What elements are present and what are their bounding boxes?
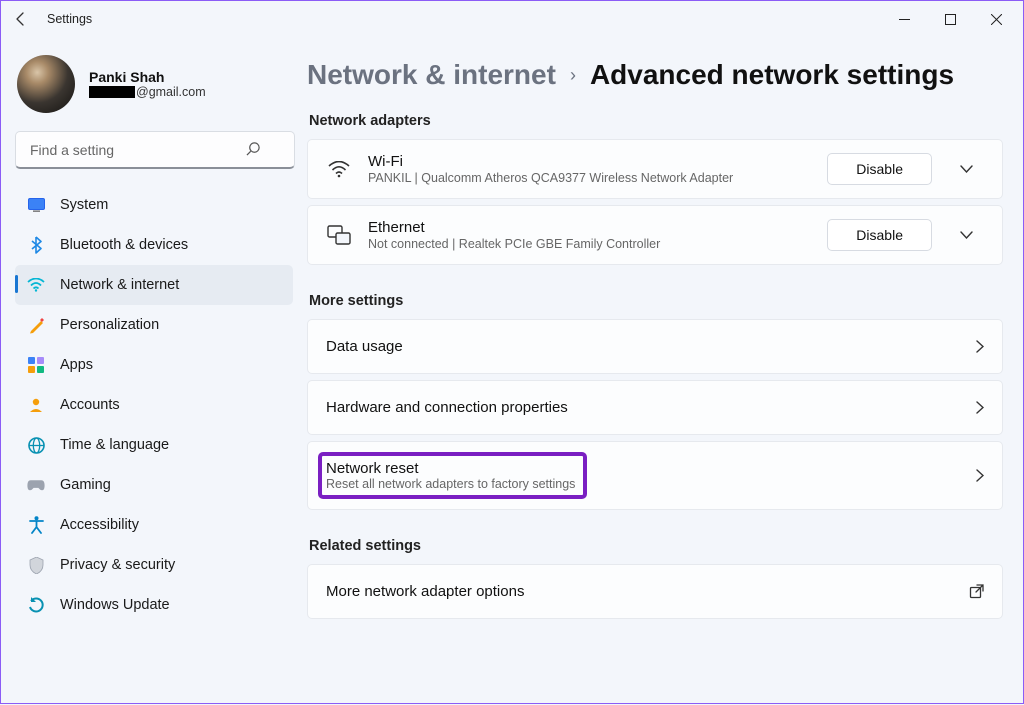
ethernet-icon: [326, 225, 352, 245]
setting-hardware-properties[interactable]: Hardware and connection properties: [307, 380, 1003, 435]
maximize-button[interactable]: [927, 3, 973, 35]
window-title: Settings: [47, 12, 881, 26]
apps-icon: [27, 356, 45, 374]
setting-subtitle: Reset all network adapters to factory se…: [326, 477, 575, 491]
setting-title: Hardware and connection properties: [326, 399, 964, 416]
breadcrumb-current: Advanced network settings: [590, 59, 954, 91]
adapter-subtitle: PANKIL | Qualcomm Atheros QCA9377 Wirele…: [368, 171, 811, 185]
close-button[interactable]: [973, 3, 1019, 35]
setting-title: More network adapter options: [326, 583, 957, 600]
nav-system[interactable]: System: [15, 185, 293, 225]
personalization-icon: [27, 316, 45, 334]
chevron-right-icon: ›: [570, 65, 576, 86]
sidebar: Panki Shah @gmail.com System Bluetooth &…: [1, 37, 305, 705]
accessibility-icon: [27, 516, 45, 534]
privacy-icon: [27, 556, 45, 574]
setting-more-adapter-options[interactable]: More network adapter options: [307, 564, 1003, 619]
network-icon: [27, 276, 45, 294]
nav-network[interactable]: Network & internet: [15, 265, 293, 305]
nav-accessibility[interactable]: Accessibility: [15, 505, 293, 545]
expand-button[interactable]: [948, 165, 984, 173]
profile-block[interactable]: Panki Shah @gmail.com: [15, 47, 293, 131]
section-title-adapters: Network adapters: [309, 113, 1003, 129]
breadcrumb: Network & internet › Advanced network se…: [307, 59, 1003, 91]
nav-time-language[interactable]: Time & language: [15, 425, 293, 465]
adapter-subtitle: Not connected | Realtek PCIe GBE Family …: [368, 237, 811, 251]
gaming-icon: [27, 476, 45, 494]
chevron-right-icon: [976, 340, 984, 353]
windows-update-icon: [27, 596, 45, 614]
bluetooth-icon: [27, 236, 45, 254]
avatar: [17, 55, 75, 113]
minimize-button[interactable]: [881, 3, 927, 35]
time-language-icon: [27, 436, 45, 454]
breadcrumb-parent[interactable]: Network & internet: [307, 59, 556, 91]
nav-personalization[interactable]: Personalization: [15, 305, 293, 345]
chevron-right-icon: [976, 469, 984, 482]
disable-button[interactable]: Disable: [827, 219, 932, 251]
nav-bluetooth[interactable]: Bluetooth & devices: [15, 225, 293, 265]
redacted-block: [89, 86, 135, 98]
setting-data-usage[interactable]: Data usage: [307, 319, 1003, 374]
nav-apps[interactable]: Apps: [15, 345, 293, 385]
adapter-title: Wi-Fi: [368, 153, 811, 170]
section-title-related: Related settings: [309, 538, 1003, 554]
expand-button[interactable]: [948, 231, 984, 239]
setting-title: Network reset: [326, 460, 575, 477]
disable-button[interactable]: Disable: [827, 153, 932, 185]
adapter-wifi: Wi-Fi PANKIL | Qualcomm Atheros QCA9377 …: [307, 139, 1003, 199]
titlebar: Settings: [1, 1, 1023, 37]
back-button[interactable]: [5, 3, 37, 35]
nav-accounts[interactable]: Accounts: [15, 385, 293, 425]
setting-network-reset[interactable]: Network reset Reset all network adapters…: [307, 441, 1003, 510]
setting-title: Data usage: [326, 338, 964, 355]
chevron-right-icon: [976, 401, 984, 414]
profile-name: Panki Shah: [89, 69, 206, 85]
section-title-more: More settings: [309, 293, 1003, 309]
nav-windows-update[interactable]: Windows Update: [15, 585, 293, 625]
external-link-icon: [969, 584, 984, 599]
main-content: Network & internet › Advanced network se…: [305, 37, 1023, 705]
nav-privacy[interactable]: Privacy & security: [15, 545, 293, 585]
adapter-ethernet: Ethernet Not connected | Realtek PCIe GB…: [307, 205, 1003, 265]
wifi-icon: [326, 161, 352, 178]
adapter-title: Ethernet: [368, 219, 811, 236]
profile-email: @gmail.com: [89, 85, 206, 99]
system-icon: [27, 196, 45, 214]
nav-gaming[interactable]: Gaming: [15, 465, 293, 505]
accounts-icon: [27, 396, 45, 414]
search-icon: [246, 141, 261, 156]
